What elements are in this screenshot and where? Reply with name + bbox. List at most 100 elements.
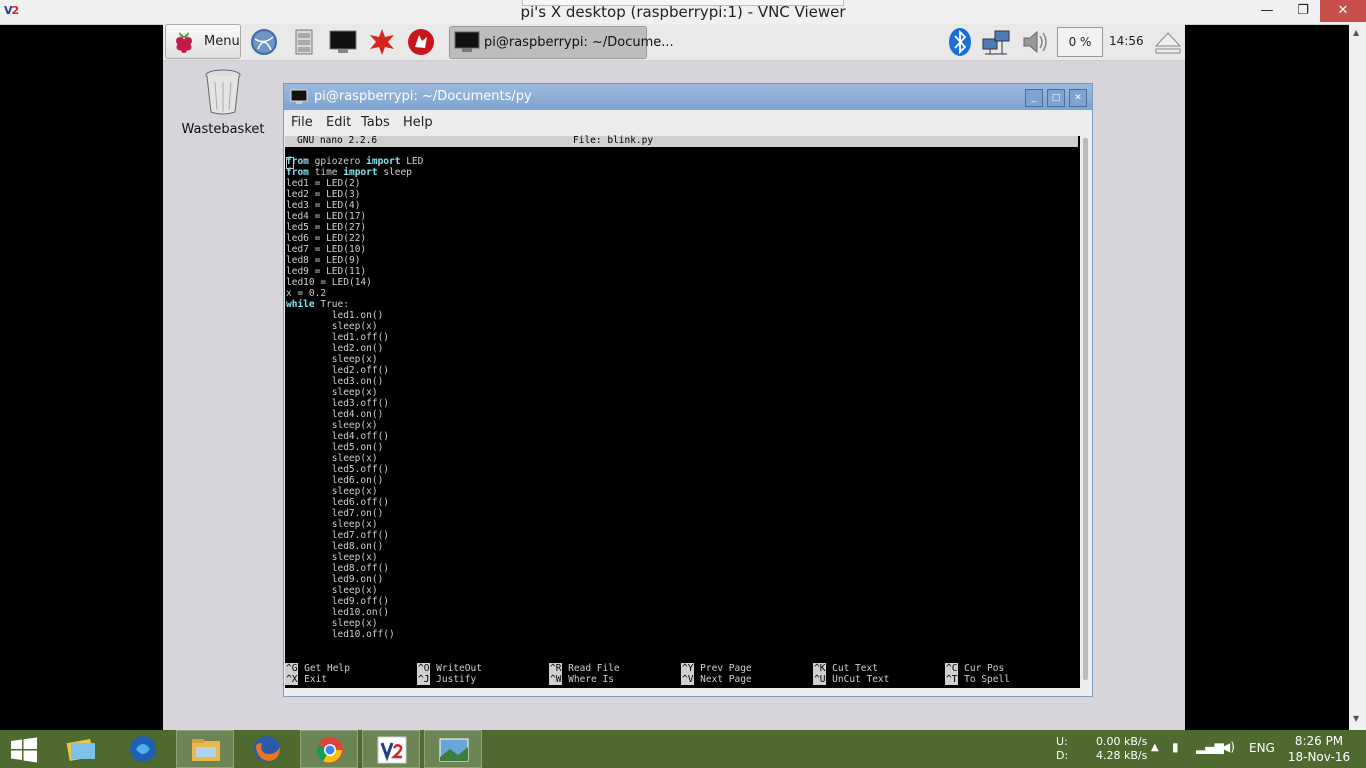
code-line: led9.off() — [331, 596, 390, 607]
code-line: from time import sleep — [286, 167, 412, 178]
nano-shortcut: ^X Exit — [285, 674, 328, 685]
nano-editor[interactable]: GNU nano 2.2.6 File: blink.py from gpioz… — [285, 135, 1080, 688]
pi-clock[interactable]: 14:56 — [1109, 34, 1144, 48]
nano-shortcut: ^O WriteOut — [417, 663, 482, 674]
upload-label: U: — [1056, 735, 1068, 748]
code-line: sleep(x) — [331, 618, 378, 629]
code-line: led4 = LED(17) — [286, 211, 367, 222]
minimize-button[interactable]: — — [1250, 0, 1284, 22]
code-line: led1.off() — [331, 332, 390, 343]
vnc-viewer-icon — [377, 736, 407, 764]
code-line: led4.off() — [331, 431, 390, 442]
code-line: sleep(x) — [331, 354, 378, 365]
mathematica-icon[interactable] — [367, 27, 397, 57]
clock-date: 18-Nov-16 — [1287, 750, 1351, 764]
windows-taskbar: U: D: 0.00 kB/s 4.28 kB/s ▲ ▮ ▂▄▆ ◀) ENG… — [0, 730, 1366, 768]
cpu-monitor[interactable]: 0 % — [1057, 27, 1103, 57]
code-line: led3 = LED(4) — [286, 200, 361, 211]
network-icon[interactable] — [981, 27, 1011, 57]
menu-tabs[interactable]: Tabs — [361, 115, 390, 130]
restore-button[interactable]: ❐ — [1286, 0, 1320, 22]
code-line: led9 = LED(11) — [286, 266, 367, 277]
code-line: led5.on() — [331, 442, 384, 453]
windows-start-icon[interactable] — [10, 737, 38, 763]
taskbar-media-item[interactable] — [114, 730, 172, 768]
menu-help[interactable]: Help — [403, 115, 433, 130]
nano-shortcut: ^G Get Help — [285, 663, 350, 674]
nano-shortcut: ^C Cur Pos — [945, 663, 1005, 674]
code-line: led10.off() — [331, 629, 395, 640]
wolfram-icon[interactable] — [406, 27, 436, 57]
download-label: D: — [1056, 749, 1069, 762]
chrome-icon — [316, 737, 343, 763]
code-line: led8.on() — [331, 541, 384, 552]
taskbar-library-item[interactable] — [52, 730, 110, 768]
code-line: led7 = LED(10) — [286, 244, 367, 255]
taskbar-chrome-item[interactable] — [300, 730, 358, 768]
code-line: led6.on() — [331, 475, 384, 486]
taskbar-terminal-item[interactable]: pi@raspberrypi: ~/Docume... — [449, 26, 674, 59]
terminal-minimize-button[interactable]: _ — [1025, 89, 1043, 107]
volume-icon[interactable] — [1020, 27, 1050, 57]
taskbar-vnc-item[interactable] — [362, 730, 420, 768]
code-line: led4.on() — [331, 409, 384, 420]
code-line: led1 = LED(2) — [286, 178, 361, 189]
vnc-titlebar: V2 pi's X desktop (raspberrypi:1) - VNC … — [0, 0, 1366, 25]
speaker-icon[interactable]: ◀) — [1221, 740, 1235, 754]
code-line: led2.off() — [331, 365, 390, 376]
scroll-thumb[interactable] — [1083, 138, 1088, 680]
scroll-up-icon[interactable]: ▲ — [1353, 28, 1359, 37]
scroll-down-icon[interactable]: ▼ — [1353, 714, 1359, 723]
code-line: led8 = LED(9) — [286, 255, 361, 266]
taskbar-explorer-item[interactable] — [176, 730, 234, 768]
language-indicator[interactable]: ENG — [1249, 741, 1275, 755]
terminal-maximize-button[interactable]: □ — [1047, 89, 1065, 107]
code-line: sleep(x) — [331, 552, 378, 563]
code-line: led3.on() — [331, 376, 384, 387]
windows-clock[interactable]: 8:26 PM 18-Nov-16 — [1284, 733, 1354, 765]
clock-time: 8:26 PM — [1294, 734, 1344, 748]
code-line: sleep(x) — [331, 321, 378, 332]
code-area[interactable]: from gpiozero import LED from time impor… — [286, 156, 423, 640]
terminal-icon[interactable] — [328, 27, 358, 57]
code-line: led8.off() — [331, 563, 390, 574]
menu-file[interactable]: File — [291, 115, 313, 130]
vnc-vertical-scrollbar[interactable]: ▲ ▼ — [1349, 24, 1366, 730]
code-line: from gpiozero import LED — [286, 156, 424, 167]
pi-desktop: Menu pi@raspberrypi: ~/Docume... 0 % 14:… — [163, 24, 1185, 730]
web-browser-icon[interactable] — [249, 27, 279, 57]
bluetooth-icon[interactable] — [947, 27, 973, 57]
signal-icon[interactable]: ▂▄▆ — [1196, 740, 1224, 754]
nano-shortcut-help: ^G Get Help ^O WriteOut ^R Read File ^Y Pre… — [285, 663, 1078, 687]
nano-shortcut: ^W Where Is — [549, 674, 614, 685]
menu-edit[interactable]: Edit — [326, 115, 351, 130]
battery-icon[interactable]: ▮ — [1172, 740, 1179, 754]
code-line: x = 0.2 — [286, 288, 327, 299]
code-line: sleep(x) — [331, 519, 378, 530]
code-line: led3.off() — [331, 398, 390, 409]
wastebasket-desktop-icon[interactable]: Wastebasket — [181, 68, 265, 137]
taskbar-firefox-item[interactable] — [238, 730, 296, 768]
eject-icon[interactable] — [1153, 27, 1183, 57]
taskbar-photos-item[interactable] — [424, 730, 482, 768]
code-line: led10.on() — [331, 607, 390, 618]
nano-shortcut: ^V Next Page — [681, 674, 752, 685]
text-cursor — [286, 157, 294, 169]
terminal-close-button[interactable]: ✕ — [1069, 89, 1087, 107]
nano-shortcut: ^J Justify — [417, 674, 477, 685]
terminal-icon — [454, 31, 480, 52]
close-button[interactable]: ✕ — [1320, 0, 1366, 22]
trash-icon — [205, 69, 241, 115]
file-manager-icon[interactable] — [289, 27, 319, 57]
terminal-title: pi@raspberrypi: ~/Documents/py — [314, 89, 532, 104]
code-line: led6 = LED(22) — [286, 233, 367, 244]
pi-menu-button[interactable]: Menu — [165, 24, 241, 59]
terminal-scrollbar[interactable] — [1081, 136, 1091, 688]
terminal-titlebar[interactable]: pi@raspberrypi: ~/Documents/py _ □ ✕ — [284, 84, 1092, 110]
vnc-toolbar-tab[interactable] — [522, 0, 844, 6]
code-line: led2.on() — [331, 343, 384, 354]
terminal-window: pi@raspberrypi: ~/Documents/py _ □ ✕ Fil… — [283, 83, 1093, 697]
code-line: led1.on() — [331, 310, 384, 321]
nano-shortcut: ^U UnCut Text — [813, 674, 890, 685]
show-hidden-icons-icon[interactable]: ▲ — [1151, 742, 1159, 753]
